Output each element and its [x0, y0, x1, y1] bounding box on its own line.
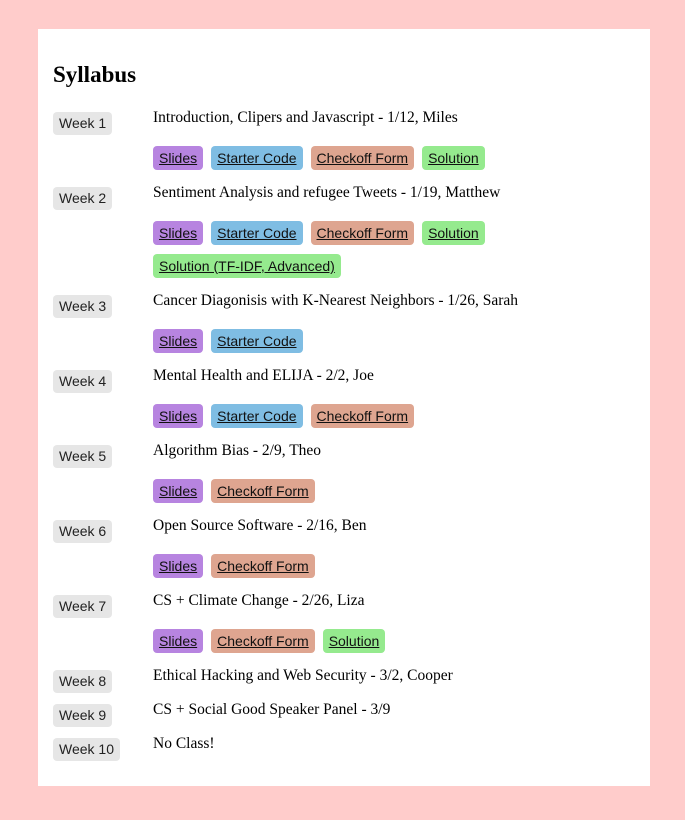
week-badge: Week 7 [53, 595, 113, 618]
slides-link[interactable]: Slides [153, 221, 204, 245]
week-badge: Week 5 [53, 445, 113, 468]
week-topic: Algorithm Bias - 2/9, Theo [153, 442, 322, 459]
slides-link[interactable]: Slides [153, 629, 204, 653]
week-links: Slides Starter Code Checkoff Form [153, 404, 513, 437]
checkoff-form-link[interactable]: Checkoff Form [310, 146, 415, 170]
week-topic: CS + Social Good Speaker Panel - 3/9 [153, 701, 391, 718]
slides-link[interactable]: Slides [153, 479, 204, 503]
week-badge: Week 2 [53, 187, 113, 210]
week-badge: Week 10 [53, 738, 120, 761]
slides-link[interactable]: Slides [153, 404, 204, 428]
week-links: Slides Checkoff Form [153, 479, 513, 512]
week-links: Slides Checkoff Form [153, 554, 513, 587]
week-badge: Week 1 [53, 112, 113, 135]
week-links: Slides Starter Code [153, 329, 513, 362]
week-badge: Week 6 [53, 520, 113, 543]
checkoff-form-link[interactable]: Checkoff Form [310, 221, 415, 245]
checkoff-form-link[interactable]: Checkoff Form [211, 554, 315, 578]
week-topic: Sentiment Analysis and refugee Tweets - … [153, 184, 501, 201]
week-topic: No Class! [153, 735, 215, 752]
week-badge: Week 3 [53, 295, 113, 318]
solution-link[interactable]: Solution [422, 221, 485, 245]
week-links: Slides Starter Code Checkoff Form Solution S… [153, 221, 513, 287]
week-topic: Ethical Hacking and Web Security - 3/2, … [153, 667, 453, 684]
week-badge: Week 8 [53, 670, 113, 693]
week-topic: CS + Climate Change - 2/26, Liza [153, 592, 365, 609]
starter-code-link[interactable]: Starter Code [211, 221, 303, 245]
week-topic: Open Source Software - 2/16, Ben [153, 517, 367, 534]
week-badge: Week 9 [53, 704, 113, 727]
week-topic: Cancer Diagonisis with K-Nearest Neighbo… [153, 292, 519, 309]
checkoff-form-link[interactable]: Checkoff Form [211, 629, 315, 653]
page-title: Syllabus [53, 62, 137, 87]
solution-link[interactable]: Solution [422, 146, 485, 170]
starter-code-link[interactable]: Starter Code [211, 146, 303, 170]
week-links: Slides Starter Code Checkoff Form Solution [153, 146, 513, 179]
syllabus-card: Syllabus Week 1 Introduction, Clipers an… [38, 29, 650, 786]
solution-link[interactable]: Solution [322, 629, 386, 653]
slides-link[interactable]: Slides [153, 554, 204, 578]
solution-advanced-link[interactable]: Solution (TF-IDF, Advanced) [153, 254, 341, 278]
checkoff-form-link[interactable]: Checkoff Form [310, 404, 415, 428]
starter-code-link[interactable]: Starter Code [211, 329, 303, 353]
slides-link[interactable]: Slides [153, 329, 204, 353]
week-badge: Week 4 [53, 370, 113, 393]
starter-code-link[interactable]: Starter Code [211, 404, 303, 428]
slides-link[interactable]: Slides [153, 146, 204, 170]
week-topic: Introduction, Clipers and Javascript - 1… [153, 109, 458, 126]
checkoff-form-link[interactable]: Checkoff Form [211, 479, 315, 503]
week-topic: Mental Health and ELIJA - 2/2, Joe [153, 367, 374, 384]
week-links: Slides Checkoff Form Solution [153, 629, 513, 662]
